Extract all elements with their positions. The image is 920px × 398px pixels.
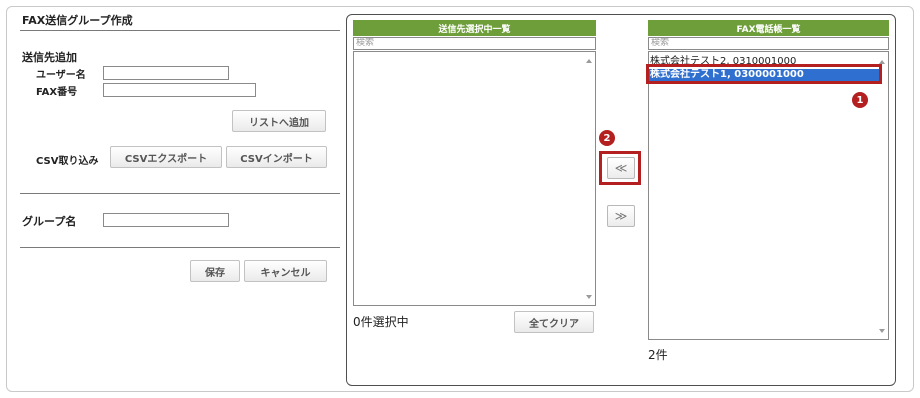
callout-badge-2: 2: [599, 130, 615, 146]
selected-list-header: 送信先選択中一覧: [353, 20, 596, 36]
callout-box-1: [646, 64, 882, 84]
fax-number-input[interactable]: [103, 83, 256, 97]
csv-import-label: CSV取り込み: [36, 156, 99, 167]
section-add-title: 送信先追加: [22, 51, 77, 64]
csv-import-button[interactable]: CSVインポート: [226, 146, 327, 168]
group-name-input[interactable]: [103, 213, 229, 227]
selected-search-input[interactable]: 検索: [353, 37, 596, 50]
csv-export-button[interactable]: CSVエクスポート: [110, 146, 222, 168]
selected-count: 0件選択中: [353, 315, 409, 329]
clear-all-button[interactable]: 全てクリア: [514, 311, 594, 333]
save-button[interactable]: 保存: [190, 260, 240, 282]
divider-middle: [20, 193, 340, 194]
form-title: FAX送信グループ作成: [22, 14, 133, 27]
move-right-button[interactable]: ≫: [607, 205, 635, 227]
phonebook-list-header: FAX電話帳一覧: [648, 20, 889, 36]
callout-badge-1: 1: [852, 92, 868, 108]
move-left-button[interactable]: ≪: [607, 157, 635, 179]
scroll-down-icon[interactable]: [879, 329, 885, 333]
selected-listbox[interactable]: [353, 51, 596, 306]
cancel-button[interactable]: キャンセル: [244, 260, 327, 282]
fax-number-label: FAX番号: [36, 87, 78, 98]
scroll-down-icon[interactable]: [586, 295, 592, 299]
user-name-input[interactable]: [103, 66, 229, 80]
group-name-label: グループ名: [22, 215, 77, 228]
add-to-list-button[interactable]: リストへ追加: [232, 110, 326, 132]
divider-bottom: [20, 247, 340, 248]
user-name-label: ユーザー名: [36, 70, 86, 81]
scroll-up-icon[interactable]: [586, 59, 592, 63]
phonebook-search-input[interactable]: 検索: [648, 37, 889, 50]
divider-top: [20, 30, 340, 31]
phonebook-count: 2件: [648, 348, 668, 362]
